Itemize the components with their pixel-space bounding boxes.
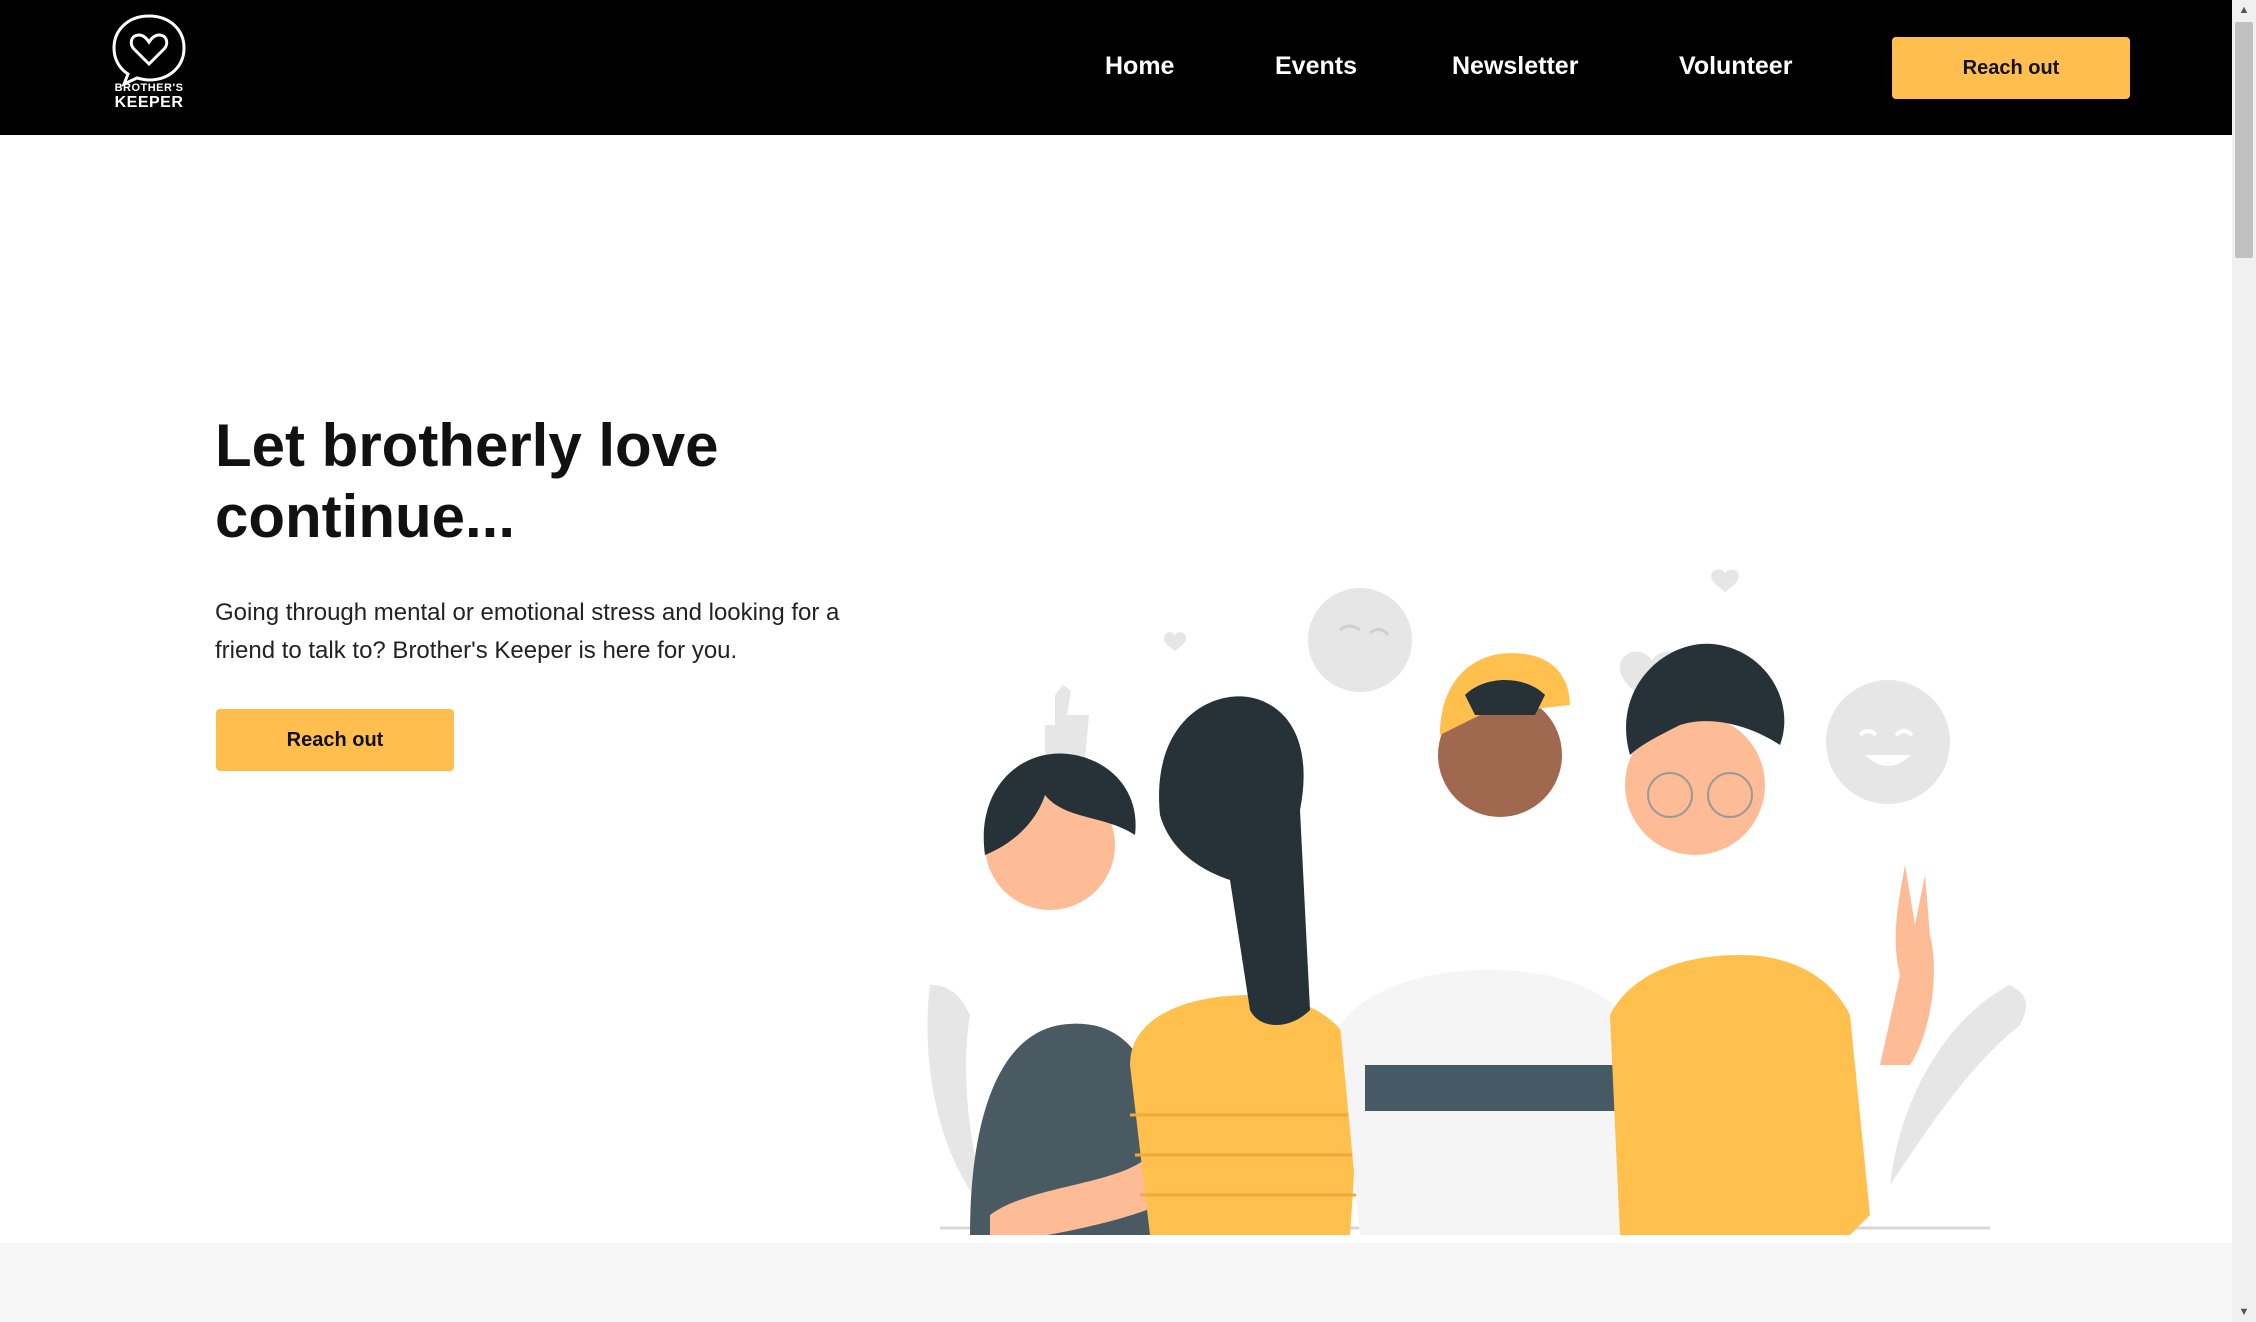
hero-reach-out-button[interactable]: Reach out: [216, 709, 454, 771]
nav-events[interactable]: Events: [1275, 52, 1357, 81]
friends-illustration: [927, 569, 2026, 1235]
hero-title: Let brotherly love continue...: [215, 410, 915, 552]
heart-speech-bubble-icon: [112, 14, 186, 87]
header-reach-out-button[interactable]: Reach out: [1892, 37, 2130, 99]
next-section-band: [0, 1243, 2232, 1322]
nav-volunteer[interactable]: Volunteer: [1679, 52, 1792, 81]
vertical-scrollbar[interactable]: ▲ ▼: [2232, 0, 2256, 1322]
hero-title-line1: Let brotherly love: [215, 412, 719, 479]
heart-icon-small: [1711, 569, 1739, 592]
site-header: BROTHER'S KEEPER Home Events Newsletter …: [0, 0, 2232, 135]
nav-newsletter[interactable]: Newsletter: [1452, 52, 1578, 81]
hero-subtitle-line1: Going through mental or emotional stress…: [215, 599, 840, 626]
hero-subtitle: Going through mental or emotional stress…: [215, 594, 935, 670]
nav-home[interactable]: Home: [1105, 52, 1174, 81]
smiley-face-icon-2: [1826, 680, 1950, 804]
logo-text-keeper: KEEPER: [114, 94, 184, 111]
logo-text-brothers: BROTHER'S: [114, 82, 184, 94]
heart-icon-tiny: [1164, 632, 1186, 651]
hero-subtitle-line2: friend to talk to? Brother's Keeper is h…: [215, 637, 738, 664]
scrollbar-thumb[interactable]: [2235, 22, 2253, 258]
brand-logo[interactable]: BROTHER'S KEEPER: [104, 12, 194, 112]
scroll-up-arrow-icon[interactable]: ▲: [2232, 0, 2256, 20]
person-left: [970, 753, 1160, 1235]
person-cap: [1340, 653, 1630, 1235]
smiley-face-icon: [1308, 588, 1412, 692]
thumbs-up-icon: [1045, 685, 1089, 763]
person-long-hair: [1130, 696, 1360, 1235]
hero-title-line2: continue...: [215, 483, 515, 550]
scroll-down-arrow-icon[interactable]: ▼: [2232, 1302, 2256, 1322]
